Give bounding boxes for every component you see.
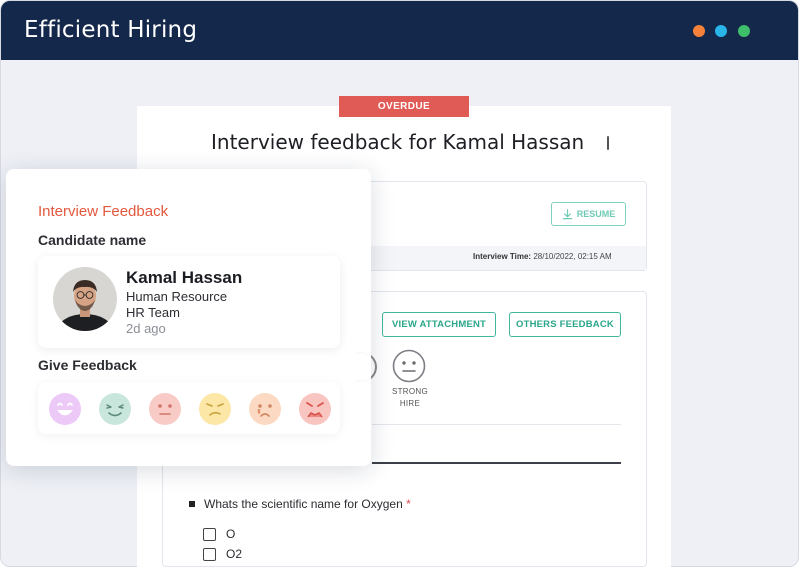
resume-button[interactable]: RESUME: [551, 202, 626, 226]
divider: [372, 424, 621, 425]
checkbox[interactable]: [203, 527, 216, 541]
question-text: Whats the scientific name for Oxygen: [204, 497, 403, 511]
interview-time: Interview Time: 28/10/2022, 02:15 AM: [473, 252, 612, 261]
option-o2[interactable]: O2: [203, 547, 242, 561]
download-icon: [562, 208, 572, 219]
view-attachment-button[interactable]: VIEW ATTACHMENT: [382, 312, 496, 337]
app-title: Efficient Hiring: [24, 17, 198, 43]
interview-time-label: Interview Time:: [473, 252, 532, 261]
candidate-team: HR Team: [126, 305, 180, 320]
option-label: O: [226, 527, 236, 541]
crying-face-icon[interactable]: [248, 392, 282, 426]
others-feedback-button[interactable]: OTHERS FEEDBACK: [509, 312, 621, 337]
candidate-name: Kamal Hassan: [126, 268, 243, 287]
option-o[interactable]: O: [203, 527, 235, 541]
input-underline[interactable]: [372, 462, 621, 464]
rating-label-line1: STRONG: [391, 387, 429, 396]
grinning-face-icon[interactable]: [48, 392, 82, 426]
option-label: O2: [226, 547, 243, 561]
text-caret: [607, 136, 609, 150]
smiling-face-icon[interactable]: [98, 392, 132, 426]
status-badge: OVERDUE: [339, 96, 469, 117]
rating-label-strong-hire: STRONG HIRE: [380, 386, 440, 410]
bullet-icon: [189, 501, 195, 507]
resume-button-label: RESUME: [576, 209, 616, 219]
checkbox[interactable]: [203, 547, 216, 561]
title-bar: Efficient Hiring: [1, 1, 798, 60]
window-dot-orange[interactable]: [693, 25, 705, 37]
neutral-face-icon[interactable]: [148, 392, 182, 426]
angry-face-icon[interactable]: [298, 392, 332, 426]
overlay-title: Interview Feedback: [38, 203, 169, 220]
give-feedback-label: Give Feedback: [38, 357, 137, 373]
avatar: [53, 267, 117, 331]
window-dot-blue[interactable]: [715, 25, 727, 37]
required-mark: *: [406, 497, 411, 511]
candidate-department: Human Resource: [126, 289, 228, 304]
neutral-face-icon[interactable]: [392, 349, 426, 383]
emoji-rating-row: [38, 382, 340, 434]
confused-face-icon[interactable]: [198, 392, 232, 426]
page-title: Interview feedback for Kamal Hassan: [211, 130, 585, 154]
candidate-time-ago: 2d ago: [126, 321, 166, 336]
window-dot-green[interactable]: [738, 25, 750, 37]
rating-label-line2: HIRE: [399, 399, 421, 408]
question: Whats the scientific name for Oxygen *: [189, 497, 411, 511]
candidate-name-label: Candidate name: [38, 232, 147, 248]
interview-time-value: 28/10/2022, 02:15 AM: [533, 252, 612, 261]
